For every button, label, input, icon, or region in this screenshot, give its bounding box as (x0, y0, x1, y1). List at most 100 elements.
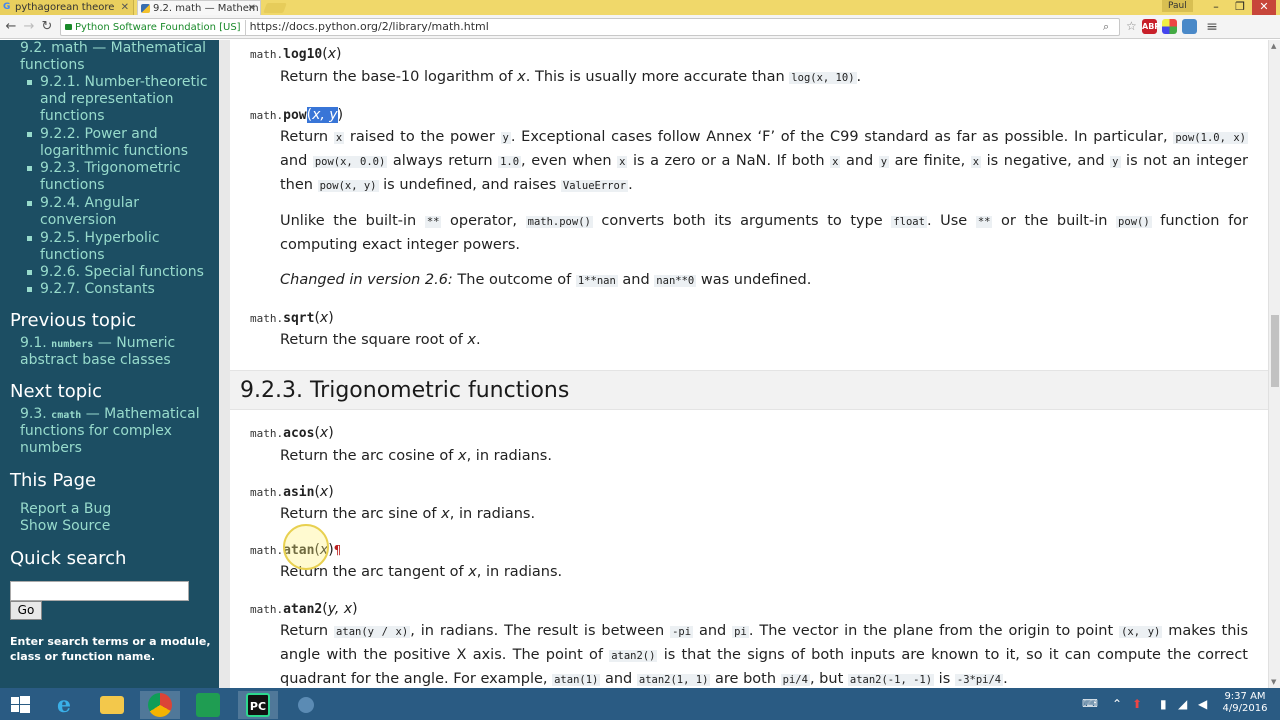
toc-item-9-2-2-line2[interactable]: logarithmic functions (40, 143, 188, 160)
zoom-icon[interactable]: ⌕ (1103, 19, 1109, 35)
sidebar: 9.2. math — Mathematical functions 9.2.1… (0, 40, 219, 688)
toc-item-9-2-1[interactable]: 9.2.1. Number-theoretic (40, 74, 208, 91)
text: . (476, 332, 481, 348)
text: , in radians. The result is between (410, 623, 671, 639)
start-button[interactable] (0, 691, 40, 719)
show-source-link[interactable]: Show Source (20, 518, 110, 535)
tab-title: 9.2. math — Mathem (153, 3, 259, 14)
next-topic-link-line2[interactable]: functions for complex (20, 423, 172, 440)
toc-item-9-2-3[interactable]: 9.2.3. Trigonometric (40, 160, 181, 177)
text: and (617, 272, 655, 288)
close-window-button[interactable]: ✕ (1252, 0, 1276, 15)
toc-item-9-2-4-line2[interactable]: conversion (40, 212, 116, 229)
clock-date: 4/9/2016 (1222, 703, 1268, 714)
keyboard-icon[interactable]: ⌨ (1082, 697, 1098, 710)
volume-icon[interactable]: ◀ (1198, 697, 1207, 711)
new-tab-button[interactable] (263, 3, 287, 13)
toc-item-9-2-5-line2[interactable]: functions (40, 247, 104, 264)
pycharm-app[interactable]: PC (238, 691, 278, 719)
inline-code: ValueError (560, 180, 629, 192)
scrollbar-thumb[interactable] (1271, 315, 1279, 387)
inline-code-link[interactable]: float (891, 216, 927, 228)
text: Return the arc cosine of (280, 448, 458, 464)
toc-item-math[interactable]: 9.2. math — Mathematical (20, 40, 206, 57)
star-icon[interactable]: ☆ (1126, 19, 1137, 33)
this-page-heading: This Page (10, 470, 97, 491)
tab-math-docs[interactable]: 9.2. math — Mathem ✕ (137, 0, 261, 15)
text: raised to the power (344, 129, 501, 145)
toc-item-math-line2[interactable]: functions (20, 57, 84, 74)
store-app[interactable] (188, 691, 228, 719)
function-name: atan2 (283, 602, 323, 617)
show-hidden-icons[interactable]: ⌃ (1112, 697, 1122, 711)
other-app[interactable] (286, 691, 326, 719)
system-clock[interactable]: 9:37 AM 4/9/2016 (1218, 691, 1272, 715)
text: Return the base-10 logarithm of (280, 69, 518, 85)
inline-code-link[interactable]: math.pow() (525, 216, 593, 228)
minimize-button[interactable]: – (1204, 0, 1228, 15)
next-topic-link-line3[interactable]: numbers (20, 440, 82, 457)
toc-item-9-2-2[interactable]: 9.2.2. Power and (40, 126, 158, 143)
color-picker-icon[interactable] (1162, 19, 1177, 34)
inline-code: -pi (670, 626, 694, 638)
acos-description: Return the arc cosine of x, in radians. (280, 445, 1248, 468)
folder-icon (100, 696, 124, 714)
text: and (693, 623, 733, 639)
toc-item-9-2-6[interactable]: 9.2.6. Special functions (40, 264, 204, 281)
toc-item-9-2-1-line2[interactable]: and representation (40, 91, 173, 108)
toc-item-9-2-3-line2[interactable]: functions (40, 177, 104, 194)
menu-icon[interactable]: ≡ (1204, 18, 1220, 36)
signature-pow: math.pow(x, y) (250, 107, 343, 123)
inline-code: x (333, 132, 345, 144)
function-args: x (327, 46, 337, 62)
scroll-down-icon[interactable]: ▼ (1271, 678, 1276, 686)
toc-item-9-2-7[interactable]: 9.2.7. Constants (40, 281, 155, 298)
function-args-selected[interactable]: x, y (312, 107, 338, 123)
search-help-line2: class or function name. (10, 650, 156, 663)
previous-topic-link-line2[interactable]: abstract base classes (20, 352, 171, 369)
address-bar[interactable]: Python Software Foundation [US] https://d… (60, 18, 1120, 36)
text: are both (710, 671, 781, 687)
file-explorer-app[interactable] (92, 691, 132, 719)
close-tab-icon[interactable]: ✕ (121, 0, 129, 15)
permalink-icon[interactable]: ¶ (334, 543, 342, 557)
inline-code: x (617, 156, 628, 168)
url-text: https://docs.python.org/2/library/math.h… (249, 20, 489, 33)
maximize-button[interactable]: ❐ (1228, 0, 1252, 15)
inline-code: atan2(1, 1) (636, 674, 711, 686)
page-scrollbar[interactable]: ▲ ▼ (1268, 40, 1280, 688)
sqrt-description: Return the square root of x. (280, 329, 1248, 352)
tab-pythagorean[interactable]: G pythagorean theore ✕ (0, 0, 134, 15)
scroll-up-icon[interactable]: ▲ (1271, 42, 1276, 50)
inline-code-link[interactable]: pow() (1116, 216, 1152, 228)
internet-explorer-app[interactable]: e (44, 691, 84, 719)
profile-button[interactable]: Paul (1162, 0, 1193, 12)
ev-certificate-badge[interactable]: Python Software Foundation [US] (65, 20, 246, 36)
search-input[interactable] (10, 581, 189, 601)
report-bug-link[interactable]: Report a Bug (20, 501, 111, 518)
forward-icon[interactable]: → (21, 18, 37, 36)
inline-code: pow(x, 0.0) (312, 156, 388, 168)
previous-topic-link[interactable]: 9.1. numbers — Numeric (20, 335, 175, 353)
close-tab-icon[interactable]: ✕ (248, 1, 256, 15)
battery-icon[interactable]: ▮ (1160, 697, 1167, 711)
bullet-icon (27, 236, 32, 241)
next-suffix: — Mathematical (81, 406, 200, 422)
wave-icon[interactable] (1182, 19, 1197, 34)
reload-icon[interactable]: ↻ (39, 18, 55, 36)
text: or the built-in (992, 213, 1117, 229)
update-icon[interactable]: ⬆ (1132, 697, 1142, 711)
network-icon[interactable]: ◢ (1178, 697, 1187, 711)
back-icon[interactable]: ← (3, 18, 19, 36)
next-topic-link[interactable]: 9.3. cmath — Mathematical (20, 406, 200, 424)
toc-item-9-2-4[interactable]: 9.2.4. Angular (40, 195, 139, 212)
tab-title: pythagorean theore (15, 2, 115, 13)
paren-close: ) (337, 107, 344, 123)
adblock-icon[interactable]: ABP (1142, 19, 1160, 34)
function-args: x (319, 425, 329, 441)
toc-item-9-2-5[interactable]: 9.2.5. Hyperbolic (40, 230, 160, 247)
chrome-app[interactable] (140, 691, 180, 719)
toc-item-9-2-1-line3[interactable]: functions (40, 108, 104, 125)
bullet-icon (27, 270, 32, 275)
go-button[interactable]: Go (10, 601, 42, 620)
